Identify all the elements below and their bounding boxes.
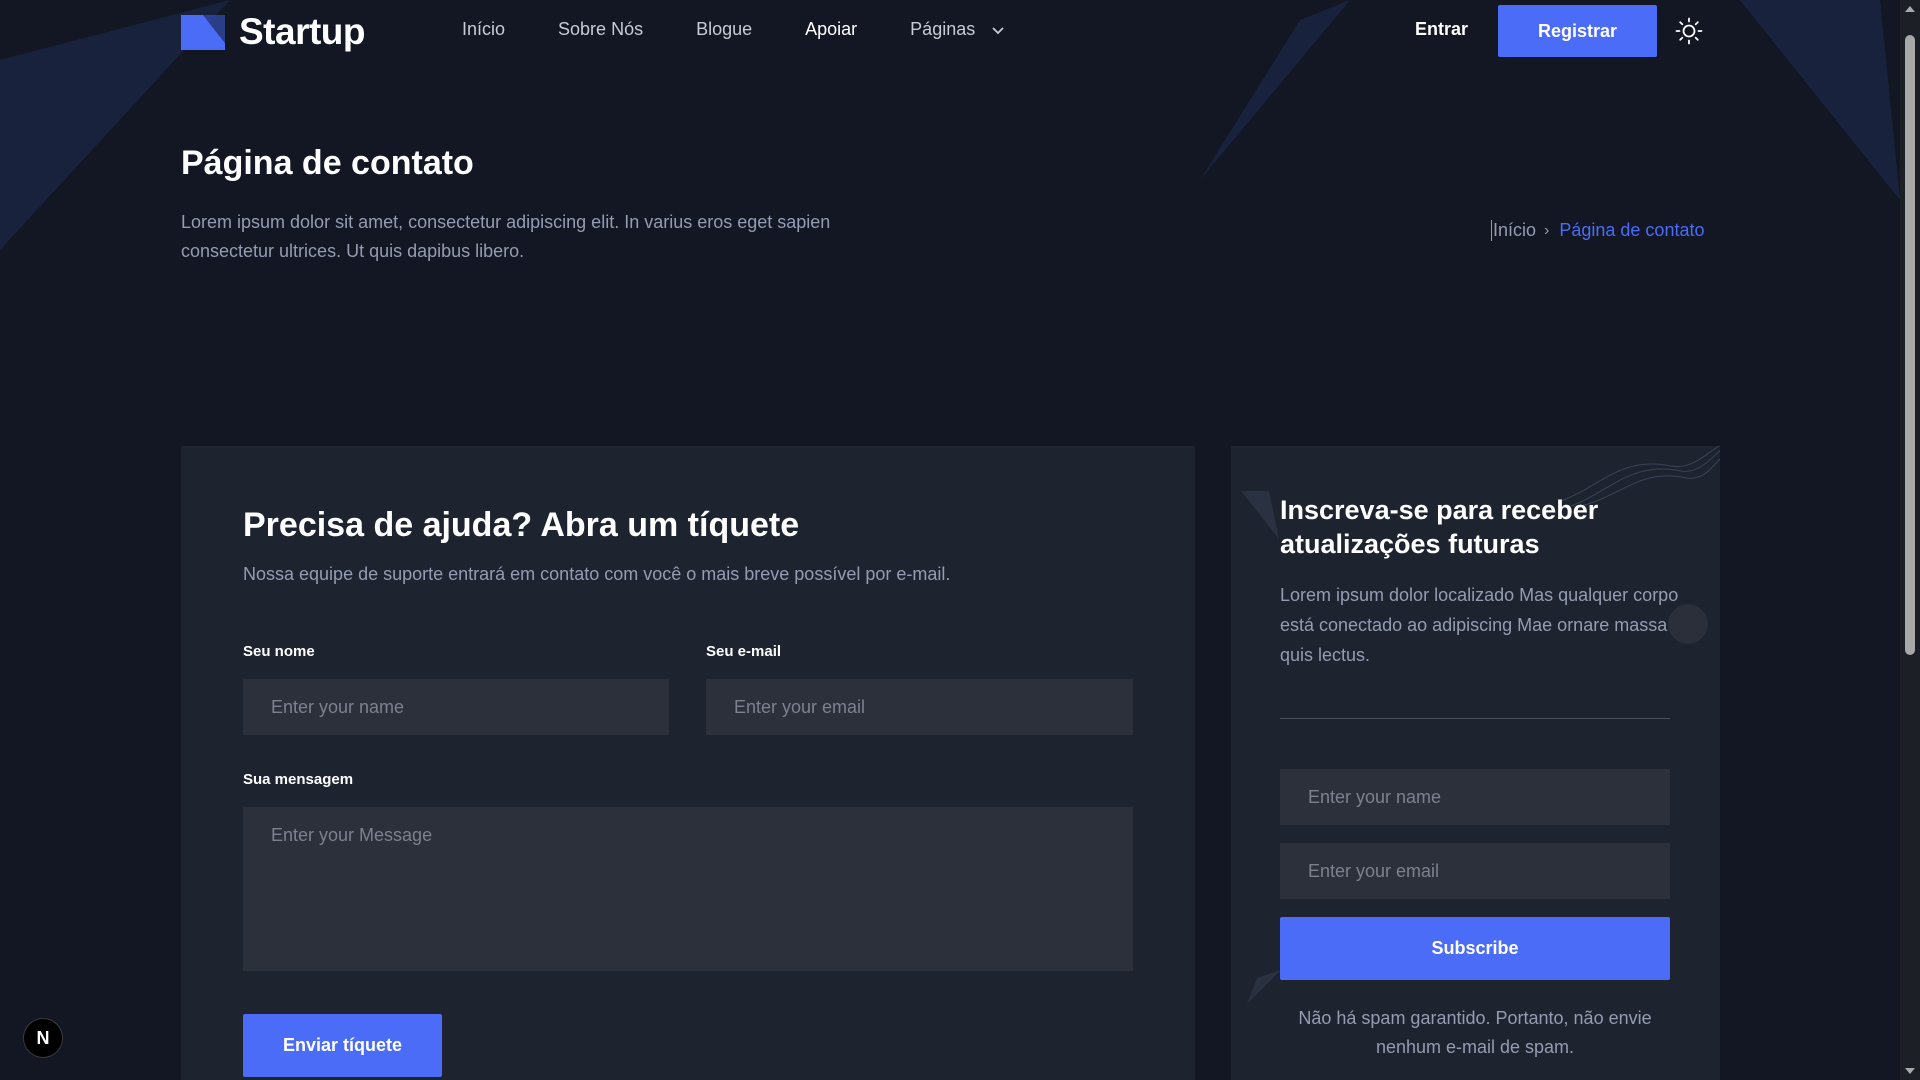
nav-item-paginas[interactable]: Páginas xyxy=(910,19,1006,40)
nav-item-paginas-label: Páginas xyxy=(910,19,976,39)
nav-item-sobre-nos[interactable]: Sobre Nós xyxy=(558,19,643,40)
next-dev-badge[interactable]: N xyxy=(23,1018,63,1058)
chevron-down-icon xyxy=(992,26,1004,34)
newsletter-email-input[interactable] xyxy=(1280,843,1670,899)
logo-text: Startup xyxy=(239,11,366,52)
main-nav: Início Sobre Nós Blogue Apoiar Páginas xyxy=(462,19,1059,40)
logo[interactable]: Startup xyxy=(181,11,366,53)
page-scrollbar[interactable] xyxy=(1900,0,1920,1080)
message-label: Sua mensagem xyxy=(243,771,354,788)
subscribe-button[interactable]: Subscribe xyxy=(1280,917,1670,980)
submit-ticket-button[interactable]: Enviar tíquete xyxy=(243,1014,442,1077)
page-description: Lorem ipsum dolor sit amet, consectetur … xyxy=(181,212,831,261)
breadcrumb-home[interactable]: Início xyxy=(1491,220,1536,241)
decorative-triangle-icon xyxy=(1241,491,1279,539)
contact-subtitle: Nossa equipe de suporte entrará em conta… xyxy=(243,564,951,584)
scroll-up-icon[interactable] xyxy=(1904,4,1916,14)
newsletter-name-input[interactable] xyxy=(1280,769,1670,825)
logo-mark-icon xyxy=(181,14,225,50)
signin-button[interactable]: Entrar xyxy=(1415,19,1468,40)
page-title: Página de contato xyxy=(181,144,474,182)
scrollbar-thumb[interactable] xyxy=(1905,35,1915,655)
breadcrumb-current: Página de contato xyxy=(1559,220,1705,240)
newsletter-note: Não há spam garantido. Portanto, não env… xyxy=(1298,1008,1652,1057)
newsletter-card: Inscreva-se para receber atualizações fu… xyxy=(1231,446,1720,1080)
newsletter-divider xyxy=(1280,718,1670,719)
nav-item-blogue[interactable]: Blogue xyxy=(696,19,752,40)
name-label: Seu nome xyxy=(243,643,315,660)
contact-name-input[interactable] xyxy=(243,679,669,735)
newsletter-description: Lorem ipsum dolor localizado Mas qualque… xyxy=(1280,585,1679,665)
email-label: Seu e-mail xyxy=(706,643,782,660)
nav-item-apoiar[interactable]: Apoiar xyxy=(805,19,857,40)
contact-email-input[interactable] xyxy=(706,679,1133,735)
scroll-down-icon[interactable] xyxy=(1904,1066,1916,1076)
nav-item-inicio[interactable]: Início xyxy=(462,19,505,40)
contact-message-textarea[interactable] xyxy=(243,807,1133,971)
contact-form-card: Precisa de ajuda? Abra um tíquete Nossa … xyxy=(181,446,1195,1080)
register-button[interactable]: Registrar xyxy=(1498,5,1657,57)
contact-title: Precisa de ajuda? Abra um tíquete xyxy=(243,506,800,544)
breadcrumb: Início › Página de contato xyxy=(1491,220,1704,241)
chevron-right-icon: › xyxy=(1544,221,1550,239)
sun-icon[interactable] xyxy=(1675,17,1703,45)
decorative-triangle-small-icon xyxy=(1247,970,1281,1004)
newsletter-title: Inscreva-se para receber atualizações fu… xyxy=(1280,495,1599,559)
header: Startup Início Sobre Nós Blogue Apoiar P… xyxy=(0,0,1900,62)
